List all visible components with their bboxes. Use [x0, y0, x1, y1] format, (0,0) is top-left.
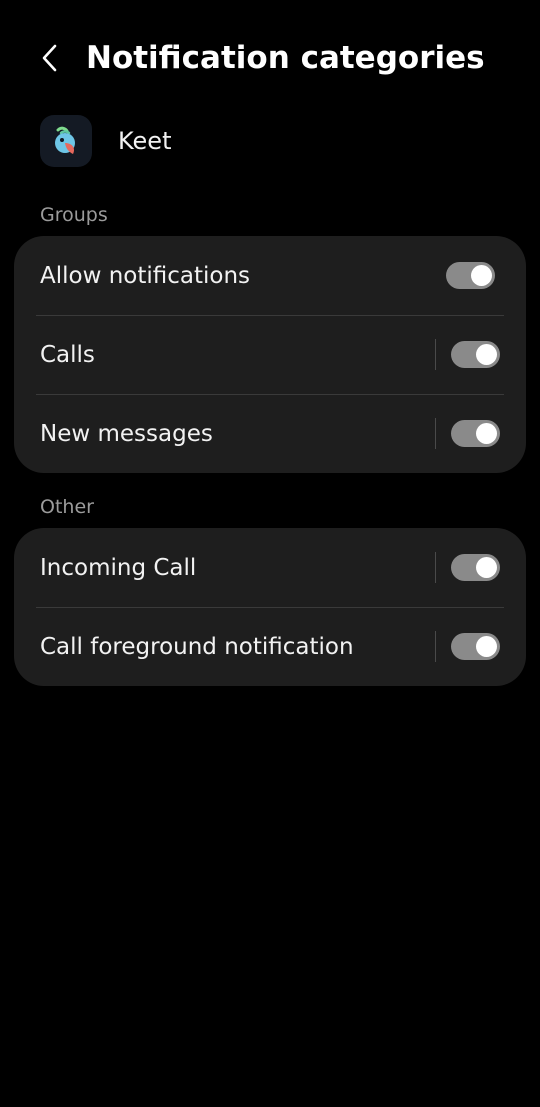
toggle-knob — [476, 557, 497, 578]
groups-card: Allow notifications Calls New messages — [14, 236, 526, 473]
allow-notifications-toggle[interactable] — [446, 262, 495, 289]
row-allow-notifications[interactable]: Allow notifications — [14, 236, 526, 315]
vertical-divider — [435, 339, 436, 370]
row-new-messages[interactable]: New messages — [14, 394, 526, 473]
row-label: Calls — [40, 341, 95, 368]
chevron-left-icon — [42, 44, 57, 72]
vertical-divider — [435, 552, 436, 583]
page-title: Notification categories — [86, 40, 485, 76]
section-label-groups: Groups — [40, 204, 108, 226]
row-call-foreground-notification[interactable]: Call foreground notification — [14, 607, 526, 686]
vertical-divider — [435, 631, 436, 662]
row-label: Call foreground notification — [40, 633, 354, 660]
incoming-call-toggle[interactable] — [451, 554, 500, 581]
new-messages-toggle[interactable] — [451, 420, 500, 447]
call-foreground-notification-toggle[interactable] — [451, 633, 500, 660]
row-label: New messages — [40, 420, 213, 447]
keet-parrot-icon — [40, 115, 92, 167]
app-info-row: Keet — [40, 114, 500, 168]
other-card: Incoming Call Call foreground notificati… — [14, 528, 526, 686]
calls-toggle[interactable] — [451, 341, 500, 368]
section-label-other: Other — [40, 496, 94, 518]
toggle-knob — [476, 423, 497, 444]
row-label: Incoming Call — [40, 554, 197, 581]
row-incoming-call[interactable]: Incoming Call — [14, 528, 526, 607]
header: Notification categories — [0, 0, 540, 116]
row-label: Allow notifications — [40, 262, 251, 289]
vertical-divider — [435, 418, 436, 449]
row-calls[interactable]: Calls — [14, 315, 526, 394]
toggle-knob — [476, 636, 497, 657]
back-button[interactable] — [30, 36, 70, 80]
app-name: Keet — [118, 127, 172, 155]
toggle-knob — [476, 344, 497, 365]
toggle-knob — [471, 265, 492, 286]
